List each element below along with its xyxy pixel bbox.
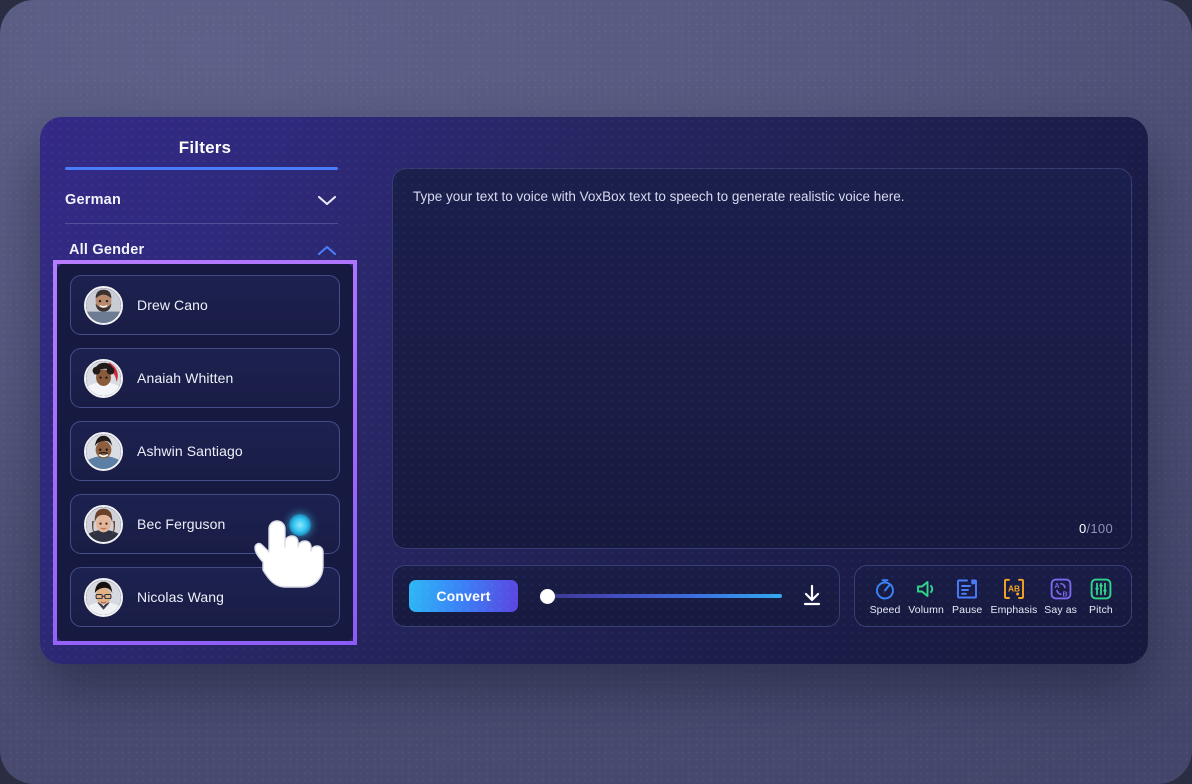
svg-text:B: B bbox=[1062, 591, 1067, 598]
effect-pitch[interactable]: Pitch bbox=[1084, 577, 1118, 616]
character-max: /100 bbox=[1086, 521, 1113, 536]
avatar bbox=[84, 358, 123, 398]
effect-say-as[interactable]: A B Say as bbox=[1044, 577, 1078, 616]
pitch-sliders-icon bbox=[1089, 577, 1113, 601]
voice-name: Ashwin Santiago bbox=[137, 443, 243, 459]
effect-pitch-label: Pitch bbox=[1089, 603, 1113, 616]
effect-speed-label: Speed bbox=[869, 603, 901, 616]
filter-gender-label: All Gender bbox=[69, 242, 145, 258]
character-counter: 0/100 bbox=[1079, 521, 1113, 536]
speaker-icon bbox=[914, 577, 938, 601]
voice-list-item-selected[interactable]: Bec Ferguson bbox=[70, 494, 340, 554]
voice-list-item[interactable]: Nicolas Wang bbox=[70, 567, 340, 627]
effect-emphasis[interactable]: AB Emphasis bbox=[990, 577, 1037, 616]
voice-name: Anaiah Whitten bbox=[137, 370, 234, 386]
filters-title-underline bbox=[65, 167, 338, 170]
playback-slider[interactable] bbox=[540, 586, 782, 606]
svg-text:A: A bbox=[1054, 583, 1059, 590]
app-window: Filters German All Gender Drew Cano Anai… bbox=[40, 117, 1148, 664]
voice-name: Bec Ferguson bbox=[137, 516, 226, 532]
say-as-icon: A B bbox=[1049, 577, 1073, 601]
voice-list: Drew Cano Anaiah Whitten Ashwin Santiago… bbox=[70, 275, 340, 627]
effect-emphasis-label: Emphasis bbox=[990, 603, 1038, 616]
slider-track bbox=[548, 594, 782, 598]
voice-name: Nicolas Wang bbox=[137, 589, 225, 605]
voice-name: Drew Cano bbox=[137, 297, 208, 313]
convert-bar: Convert bbox=[392, 565, 840, 627]
svg-text:AB: AB bbox=[1008, 583, 1020, 593]
voice-list-item[interactable]: Anaiah Whitten bbox=[70, 348, 340, 408]
emphasis-ab-icon: AB bbox=[1002, 577, 1026, 601]
text-input-placeholder: Type your text to voice with VoxBox text… bbox=[413, 189, 905, 204]
effect-volume[interactable]: Volumn bbox=[908, 577, 944, 616]
voice-list-item[interactable]: Drew Cano bbox=[70, 275, 340, 335]
voice-list-item[interactable]: Ashwin Santiago bbox=[70, 421, 340, 481]
pause-text-icon bbox=[955, 577, 979, 601]
main-content: Type your text to voice with VoxBox text… bbox=[370, 117, 1148, 664]
avatar bbox=[84, 431, 123, 471]
effect-speed[interactable]: Speed bbox=[868, 577, 902, 616]
filter-divider bbox=[65, 223, 338, 224]
chevron-down-icon bbox=[316, 194, 338, 207]
text-input-panel[interactable]: Type your text to voice with VoxBox text… bbox=[392, 168, 1132, 549]
selection-indicator bbox=[289, 514, 311, 536]
effect-say-as-label: Say as bbox=[1044, 603, 1077, 616]
avatar bbox=[84, 577, 123, 617]
stopwatch-icon bbox=[873, 577, 897, 601]
filters-sidebar: Filters German All Gender Drew Cano Anai… bbox=[40, 117, 370, 664]
avatar bbox=[84, 285, 123, 325]
slider-knob[interactable] bbox=[540, 589, 555, 604]
effect-pause-label: Pause bbox=[952, 603, 983, 616]
convert-button[interactable]: Convert bbox=[409, 580, 518, 612]
avatar bbox=[84, 504, 123, 544]
filters-title: Filters bbox=[178, 138, 232, 157]
filter-language-label: German bbox=[65, 192, 121, 208]
effect-volume-label: Volumn bbox=[908, 603, 944, 616]
filter-language-dropdown[interactable]: German bbox=[65, 179, 338, 221]
voice-list-highlight-frame: Drew Cano Anaiah Whitten Ashwin Santiago… bbox=[53, 260, 357, 645]
effect-pause[interactable]: Pause bbox=[950, 577, 984, 616]
chevron-up-icon bbox=[316, 244, 338, 257]
effects-toolbar: Speed Volumn Pause AB Emphasis A B Say a… bbox=[854, 565, 1132, 627]
download-icon[interactable] bbox=[798, 581, 827, 611]
